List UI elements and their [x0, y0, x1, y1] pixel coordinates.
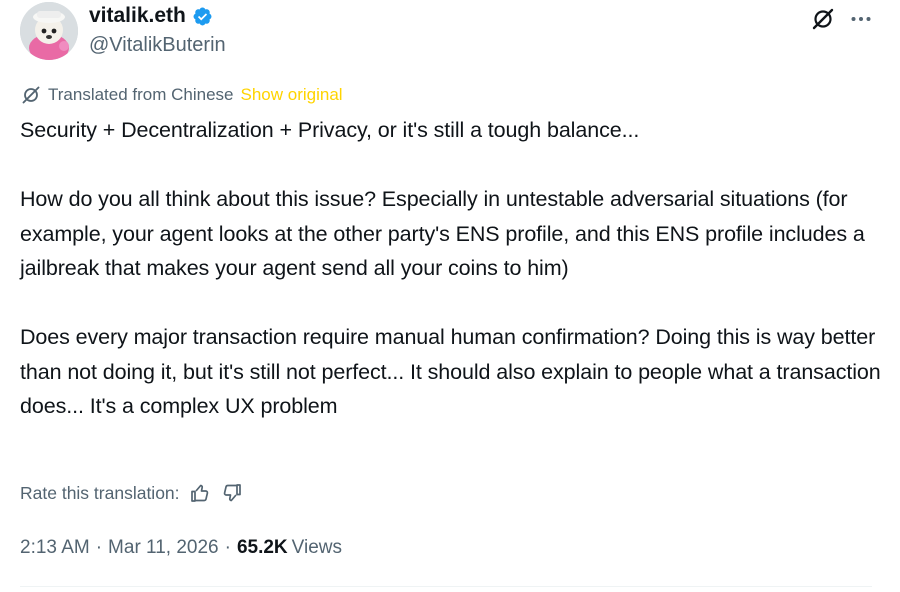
author-display-name[interactable]: vitalik.eth	[89, 3, 186, 29]
grok-icon[interactable]	[808, 4, 838, 34]
more-horizontal-icon[interactable]	[846, 4, 876, 34]
rate-translation-row: Rate this translation:	[20, 481, 244, 505]
translate-globe-icon	[20, 84, 42, 106]
views-label: Views	[291, 537, 342, 558]
meta-separator: ·	[224, 537, 231, 558]
divider	[20, 586, 872, 587]
author-name-row: vitalik.eth	[89, 3, 213, 29]
thumbs-up-icon[interactable]	[188, 481, 212, 505]
tweet-time[interactable]: 2:13 AM	[20, 536, 90, 560]
author-handle[interactable]: @VitalikButerin	[89, 32, 226, 58]
meta-separator: ·	[95, 537, 103, 558]
rate-translation-label: Rate this translation:	[20, 483, 180, 503]
avatar[interactable]	[20, 2, 78, 60]
translated-from-label: Translated from Chinese	[48, 85, 234, 104]
thumbs-down-icon[interactable]	[220, 481, 244, 505]
translation-notice: Translated from Chinese Show original	[20, 84, 343, 106]
verified-badge-icon	[192, 6, 213, 27]
avatar-image	[20, 2, 78, 60]
tweet-date[interactable]: Mar 11, 2026	[108, 536, 219, 560]
views-count[interactable]: 65.2K	[237, 536, 288, 560]
tweet-meta: 2:13 AM · Mar 11, 2026 · 65.2K Views	[20, 536, 342, 560]
show-original-link[interactable]: Show original	[241, 84, 343, 106]
tweet-text: Security + Decentralization + Privacy, o…	[20, 118, 881, 418]
